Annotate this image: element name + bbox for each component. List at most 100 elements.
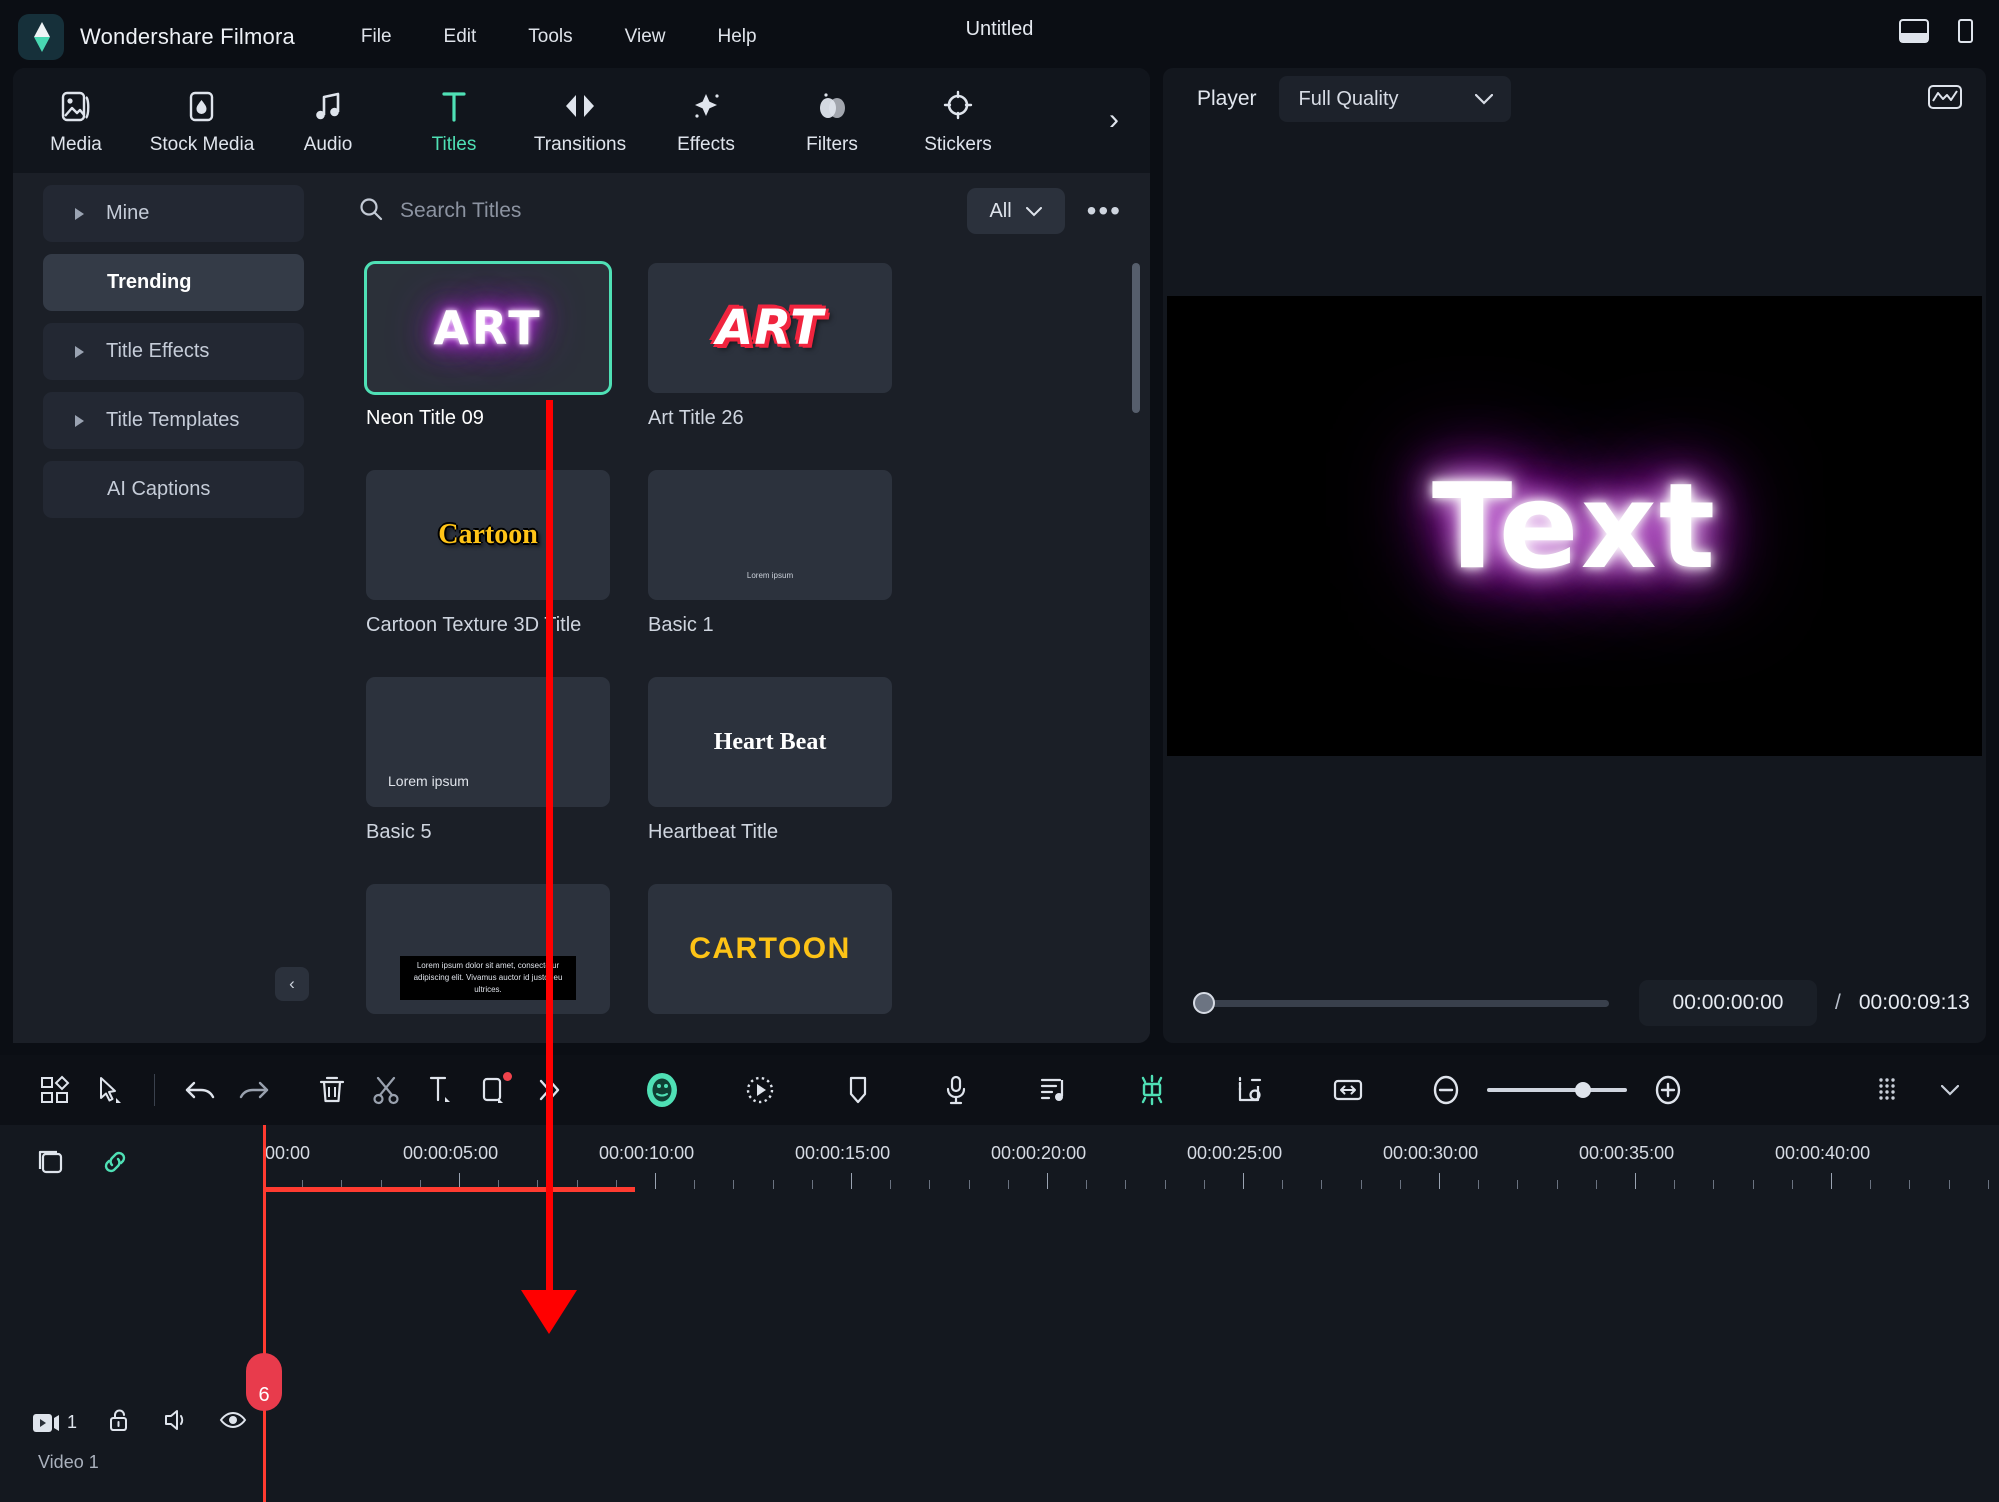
title-preview-text: Heart Beat bbox=[713, 728, 827, 755]
title-thumbnail: Lorem ipsum bbox=[648, 470, 892, 600]
playhead[interactable] bbox=[263, 1125, 266, 1502]
tab-stickers[interactable]: Stickers bbox=[895, 72, 1021, 170]
sidebar-item-title-effects-label: Title Effects bbox=[106, 340, 210, 362]
tab-stock-media[interactable]: Stock Media bbox=[139, 72, 265, 170]
filters-circles-icon bbox=[815, 86, 849, 126]
timeline-ruler[interactable]: 00:00 00:00:05:00 00:00:10:00 00:00:15:0… bbox=[263, 1125, 1999, 1197]
zoom-in-icon[interactable] bbox=[1641, 1063, 1695, 1117]
ai-smart-icon[interactable] bbox=[635, 1063, 689, 1117]
ruler-label: 00:00:10:00 bbox=[599, 1143, 695, 1163]
tab-titles[interactable]: Titles bbox=[391, 72, 517, 170]
more-dots-icon[interactable]: ••• bbox=[1079, 195, 1130, 227]
chevron-left-icon[interactable]: ‹ bbox=[275, 967, 309, 1001]
menu-view[interactable]: View bbox=[619, 20, 672, 54]
menu-help[interactable]: Help bbox=[712, 20, 763, 54]
auto-reframe-icon[interactable] bbox=[733, 1063, 787, 1117]
undo-icon[interactable] bbox=[173, 1063, 227, 1117]
sidebar-item-title-templates[interactable]: Title Templates bbox=[43, 392, 304, 449]
tab-audio[interactable]: Audio bbox=[265, 72, 391, 170]
ruler-tick bbox=[1987, 1180, 1989, 1189]
redo-icon[interactable] bbox=[227, 1063, 281, 1117]
title-tile-label: Basic 5 bbox=[366, 821, 432, 843]
video-track-icon[interactable]: 1 bbox=[32, 1411, 77, 1435]
title-tile-label: Basic 1 bbox=[648, 614, 714, 636]
voiceover-mic-icon[interactable] bbox=[929, 1063, 983, 1117]
marker-icon[interactable] bbox=[831, 1063, 885, 1117]
tab-filters[interactable]: Filters bbox=[769, 72, 895, 170]
caret-right-icon bbox=[75, 207, 84, 220]
sidebar-item-trending[interactable]: Trending bbox=[43, 254, 304, 311]
filmora-diamond-logo-icon bbox=[18, 14, 64, 60]
ruler-tick bbox=[1635, 1173, 1636, 1189]
link-icon[interactable] bbox=[100, 1147, 130, 1182]
tab-media[interactable]: Media bbox=[13, 72, 139, 170]
audio-mixer-icon[interactable] bbox=[1027, 1063, 1081, 1117]
title-tile-cartoon-texture-3d-title[interactable]: Cartoon Cartoon Texture 3D Title bbox=[366, 470, 610, 637]
titles-grid-scroll[interactable]: ART Neon Title 09 ART Art Title 26 Carto… bbox=[330, 249, 1150, 1043]
menu-tools[interactable]: Tools bbox=[522, 20, 578, 54]
vertical-scrollbar[interactable] bbox=[1132, 263, 1140, 413]
layout-panel-icon[interactable] bbox=[1895, 14, 1933, 48]
eye-visible-icon[interactable] bbox=[219, 1409, 247, 1436]
chevron-down-icon[interactable] bbox=[1923, 1063, 1977, 1117]
ruler-tick bbox=[1870, 1180, 1872, 1189]
zoom-slider[interactable] bbox=[1487, 1082, 1627, 1098]
title-preview-text: Cartoon bbox=[438, 519, 538, 550]
title-tile-heartbeat-title[interactable]: Heart Beat Heartbeat Title bbox=[648, 677, 892, 844]
title-tile-label: Cartoon Texture 3D Title bbox=[366, 614, 582, 636]
title-tile-art-title-26[interactable]: ART Art Title 26 bbox=[648, 263, 892, 430]
templates-grid-icon[interactable] bbox=[28, 1063, 82, 1117]
library-panel: Media Stock Media Audio Titles Transitio… bbox=[13, 68, 1150, 1043]
ruler-label: 00:00:25:00 bbox=[1187, 1143, 1283, 1163]
filter-dropdown[interactable]: All bbox=[966, 188, 1065, 234]
sidebar-item-mine[interactable]: Mine bbox=[43, 185, 304, 242]
fit-timeline-icon[interactable] bbox=[1321, 1063, 1375, 1117]
title-tile-basic-5[interactable]: Lorem ipsum Basic 5 bbox=[366, 677, 610, 844]
sidebar-item-ai-captions[interactable]: AI Captions bbox=[43, 461, 304, 518]
window-controls-icon[interactable] bbox=[1947, 14, 1985, 48]
ruler-label: 00:00:30:00 bbox=[1383, 1143, 1479, 1163]
video-preview-stage[interactable]: Text bbox=[1167, 296, 1982, 756]
split-scissors-icon[interactable] bbox=[359, 1063, 413, 1117]
title-tile-lorem-block[interactable]: Lorem ipsum dolor sit amet, consectetur … bbox=[366, 884, 610, 1028]
crop-icon[interactable] bbox=[413, 1063, 467, 1117]
preview-text: Text bbox=[1431, 457, 1718, 595]
audio-waveform-icon[interactable] bbox=[1928, 83, 1962, 116]
player-progress-knob[interactable] bbox=[1193, 991, 1215, 1014]
unlock-icon[interactable] bbox=[107, 1407, 131, 1438]
mute-speaker-icon[interactable] bbox=[161, 1407, 189, 1438]
tab-effects[interactable]: Effects bbox=[643, 72, 769, 170]
player-progress-slider[interactable] bbox=[1193, 991, 1609, 1014]
speed-ramp-icon[interactable] bbox=[1125, 1063, 1179, 1117]
current-time[interactable]: 00:00:00:00 bbox=[1639, 980, 1817, 1026]
select-cursor-icon[interactable] bbox=[82, 1063, 136, 1117]
title-tile-label: Heartbeat Title bbox=[648, 821, 779, 843]
track-name: Video 1 bbox=[38, 1452, 99, 1472]
search-input[interactable] bbox=[400, 199, 967, 223]
zoom-out-icon[interactable] bbox=[1419, 1063, 1473, 1117]
render-preview-icon[interactable] bbox=[1863, 1063, 1917, 1117]
player-label: Player bbox=[1197, 87, 1257, 110]
titles-T-icon bbox=[438, 86, 470, 126]
zoom-slider-knob[interactable] bbox=[1575, 1082, 1591, 1098]
add-track-icon[interactable] bbox=[36, 1147, 66, 1182]
title-tile-cartoon[interactable]: CARTOON bbox=[648, 884, 892, 1028]
chevron-right-icon[interactable]: › bbox=[1096, 102, 1132, 138]
ruler-tick bbox=[1752, 1180, 1754, 1189]
ruler-tick bbox=[772, 1180, 774, 1189]
chevron-down-icon bbox=[1025, 200, 1042, 223]
quality-dropdown[interactable]: Full Quality bbox=[1278, 76, 1511, 122]
menu-edit[interactable]: Edit bbox=[438, 20, 483, 54]
sidebar-item-title-effects[interactable]: Title Effects bbox=[43, 323, 304, 380]
title-preview-text: ART bbox=[716, 300, 824, 356]
title-tile-basic-1[interactable]: Lorem ipsum Basic 1 bbox=[648, 470, 892, 637]
menu-file[interactable]: File bbox=[355, 20, 398, 54]
tab-transitions[interactable]: Transitions bbox=[517, 72, 643, 170]
mask-rect-icon[interactable] bbox=[467, 1063, 521, 1117]
sidebar-item-ai-captions-label: AI Captions bbox=[107, 478, 211, 500]
ruler-tick bbox=[1203, 1180, 1205, 1189]
title-tile-neon-title-09[interactable]: ART Neon Title 09 bbox=[364, 261, 612, 430]
delete-trash-icon[interactable] bbox=[305, 1063, 359, 1117]
ruler-tick bbox=[1399, 1180, 1401, 1189]
color-match-icon[interactable] bbox=[1223, 1063, 1277, 1117]
